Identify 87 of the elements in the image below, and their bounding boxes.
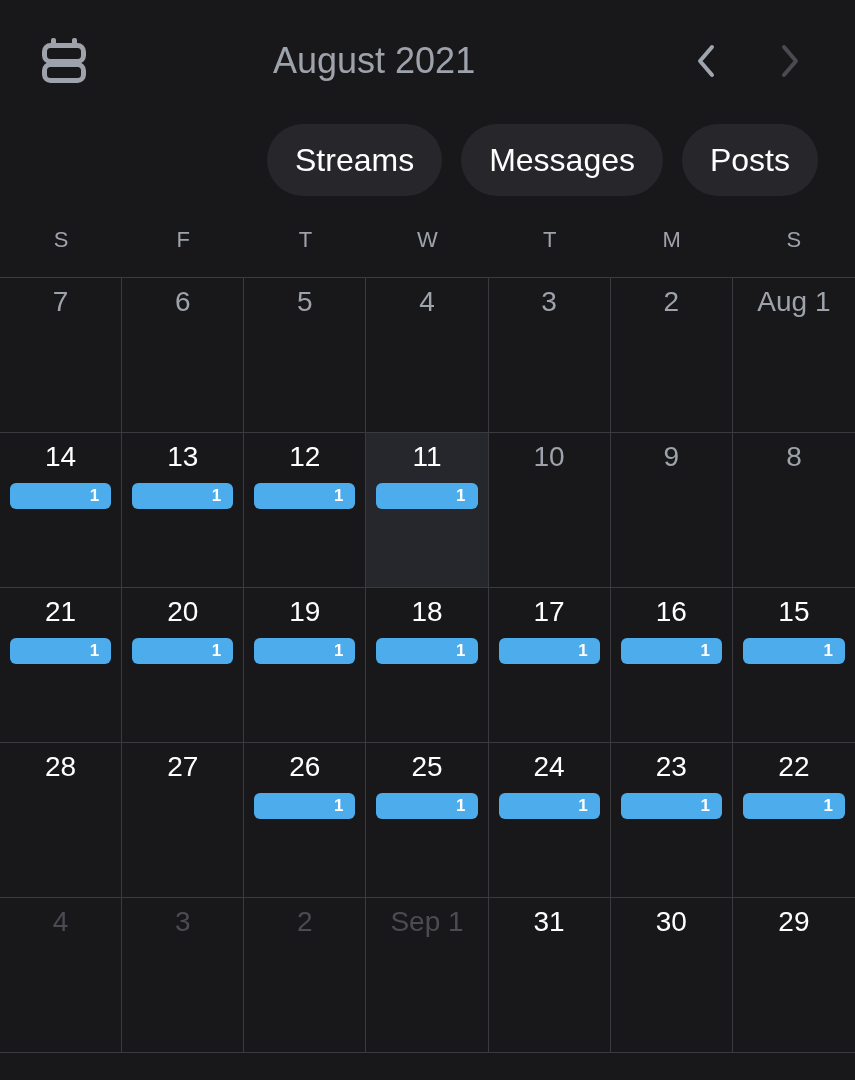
count-badge: 1 [254, 793, 356, 819]
day-cell[interactable]: 31 [488, 898, 611, 1053]
day-number: 3 [541, 286, 557, 318]
day-cell[interactable]: 23 1 [610, 743, 733, 898]
filter-chip[interactable]: Messages [461, 124, 663, 196]
day-cell[interactable]: 6 [122, 278, 245, 433]
day-cell[interactable]: 25 1 [366, 743, 489, 898]
weekday-label: T [298, 228, 313, 252]
day-cell[interactable]: 13 1 [122, 433, 245, 588]
day-number: 10 [533, 441, 565, 473]
count-badge: 1 [254, 638, 356, 664]
count-badge: 1 [376, 638, 478, 664]
count-badge: 1 [620, 793, 722, 819]
day-cell[interactable]: 11 1 [366, 433, 489, 588]
chevron-left-icon [696, 44, 716, 78]
month-title: August 2021 [273, 39, 476, 83]
day-number: 6 [174, 286, 191, 318]
day-number: 17 [533, 596, 565, 628]
weekday-label: T [542, 228, 557, 252]
filter-chip[interactable]: Posts [681, 124, 818, 196]
count-badge: 1 [10, 638, 112, 664]
day-number: 24 [533, 751, 565, 783]
day-number: 31 [533, 906, 565, 938]
chevron-right-icon [780, 44, 800, 78]
day-cell[interactable]: 14 1 [0, 433, 123, 588]
day-number: 5 [297, 286, 313, 318]
day-number: Aug 1 [757, 286, 831, 318]
day-number: 25 [411, 751, 443, 783]
day-number: 27 [167, 751, 199, 783]
count-badge: 1 [620, 638, 722, 664]
day-cell[interactable]: 24 1 [488, 743, 611, 898]
day-number: 21 [45, 596, 77, 628]
count-badge: 1 [498, 793, 600, 819]
weekday-label: S [786, 228, 802, 252]
day-number: 8 [786, 441, 802, 473]
day-number: 13 [167, 441, 199, 473]
day-number: 23 [655, 751, 687, 783]
day-cell[interactable]: 5 [244, 278, 367, 433]
count-badge: 1 [132, 483, 234, 509]
day-number: 16 [655, 596, 687, 628]
day-number: 18 [411, 596, 443, 628]
day-cell[interactable]: 3 [488, 278, 611, 433]
count-badge: 1 [742, 793, 845, 819]
day-number: 12 [289, 441, 321, 473]
day-cell[interactable]: 9 [610, 433, 733, 588]
day-number: 14 [45, 441, 77, 473]
count-badge: 1 [742, 638, 845, 664]
day-number: 29 [778, 906, 810, 938]
day-number: 19 [289, 596, 321, 628]
weekday-label: M [662, 228, 681, 252]
day-number: 15 [778, 596, 810, 628]
day-cell[interactable]: 18 1 [366, 588, 489, 743]
day-cell[interactable]: 21 1 [0, 588, 123, 743]
day-cell[interactable]: 20 1 [122, 588, 245, 743]
day-cell[interactable]: 2 [610, 278, 733, 433]
day-number: 22 [778, 751, 810, 783]
day-cell[interactable]: 12 1 [244, 433, 367, 588]
weekday-label: S [53, 228, 69, 252]
day-cell[interactable]: 17 1 [488, 588, 611, 743]
day-number: 20 [167, 596, 199, 628]
filter-chip[interactable]: Streams [267, 124, 443, 196]
count-badge: 1 [376, 483, 478, 509]
count-badge: 1 [132, 638, 234, 664]
day-cell[interactable]: 27 [122, 743, 245, 898]
day-number: 30 [655, 906, 687, 938]
day-number: 28 [45, 751, 77, 783]
day-number: 9 [663, 441, 680, 473]
day-cell[interactable]: 4 [366, 278, 489, 433]
day-cell[interactable]: 16 1 [610, 588, 733, 743]
count-badge: 1 [10, 483, 112, 509]
day-number: 7 [52, 286, 69, 318]
day-number: 26 [289, 751, 321, 783]
day-number: 11 [412, 441, 442, 473]
day-cell[interactable]: 10 [488, 433, 611, 588]
count-badge: 1 [498, 638, 600, 664]
day-number: 4 [419, 286, 435, 318]
count-badge: 1 [254, 483, 356, 509]
day-number: 2 [663, 286, 680, 318]
day-cell[interactable]: 26 1 [244, 743, 367, 898]
calendar-icon[interactable] [42, 37, 86, 83]
day-cell[interactable]: 30 [610, 898, 733, 1053]
day-cell[interactable]: 7 [0, 278, 123, 433]
day-cell[interactable]: 28 [0, 743, 123, 898]
weekday-label: W [417, 228, 438, 252]
count-badge: 1 [376, 793, 478, 819]
day-cell[interactable]: 19 1 [244, 588, 367, 743]
weekday-label: F [176, 228, 190, 252]
